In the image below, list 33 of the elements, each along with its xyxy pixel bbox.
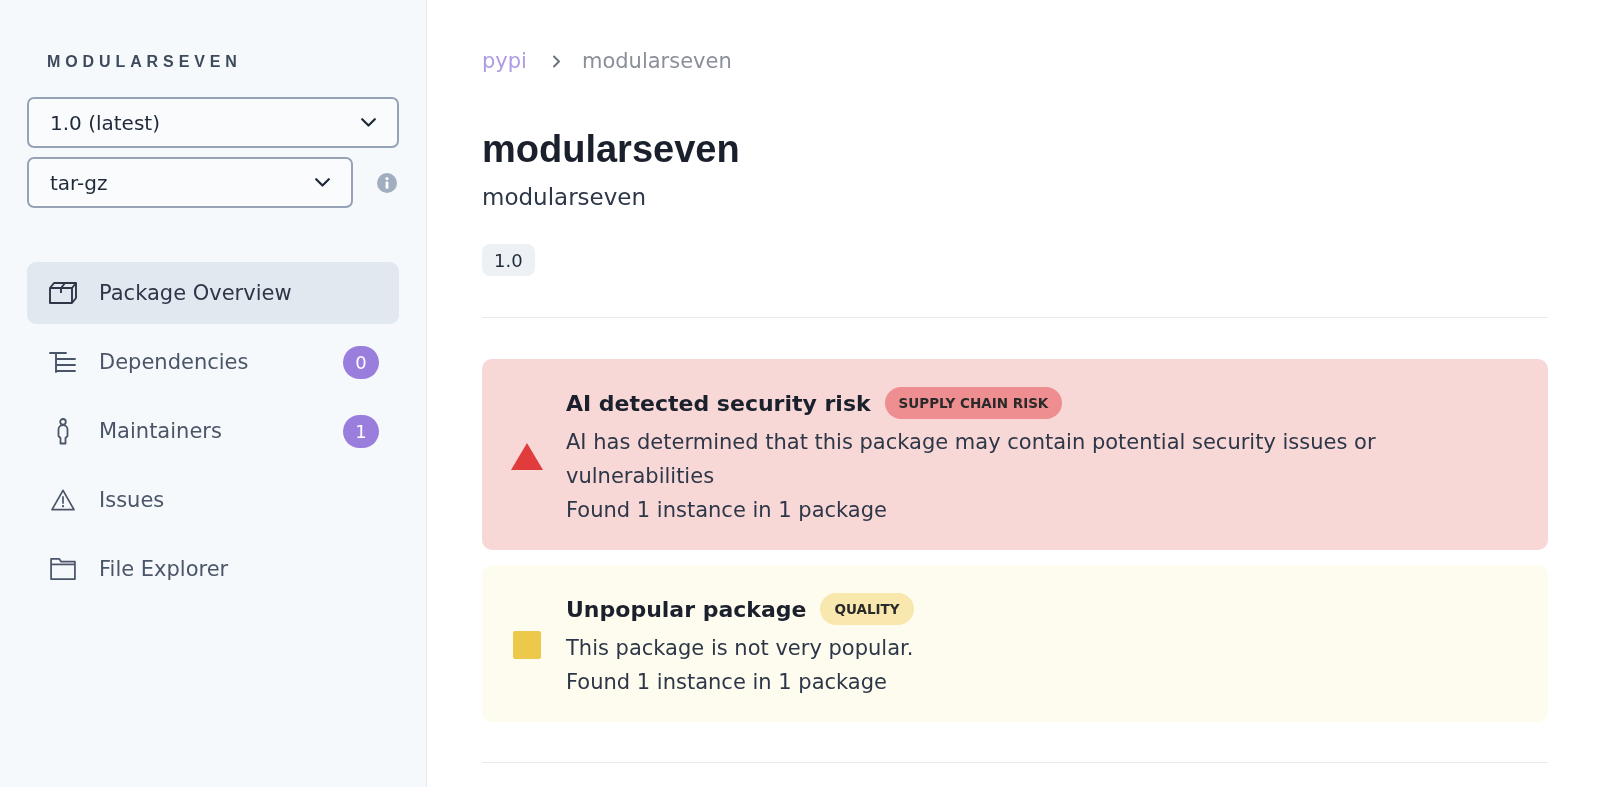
- alert-found-count: Found 1 instance in 1 package: [566, 497, 888, 524]
- breadcrumb-current: modularseven: [581, 49, 732, 73]
- chevron-down-icon: [315, 178, 330, 187]
- person-icon: [56, 417, 70, 445]
- nav-item[interactable]: Dependencies 0: [27, 331, 399, 393]
- package-subtitle: modularseven: [482, 183, 647, 212]
- alert-title: AI detected security risk: [566, 390, 871, 416]
- category-tag: QUALITY: [820, 593, 914, 625]
- package-title: modularseven: [482, 127, 740, 172]
- warning-icon: [49, 489, 77, 511]
- count-badge: 1: [343, 414, 379, 448]
- tree-list-icon: [49, 351, 77, 373]
- chevron-down-icon: [361, 118, 376, 127]
- alert-found-count: Found 1 instance in 1 package: [566, 669, 888, 696]
- alert-title: Unpopular package: [566, 596, 807, 622]
- info-icon[interactable]: [377, 172, 397, 193]
- category-tag: SUPPLY CHAIN RISK: [884, 387, 1063, 419]
- version-tag: 1.0: [482, 244, 535, 276]
- nav-item[interactable]: Package Overview: [27, 262, 399, 324]
- alert-description: AI has determined that this package may contain potential security issues or vulnerabilities: [566, 429, 1377, 490]
- nav-item[interactable]: Maintainers 1: [27, 400, 399, 462]
- count-badge: 0: [343, 345, 379, 379]
- chevron-right-icon: [551, 54, 561, 68]
- folder-icon: [49, 558, 77, 580]
- format-select[interactable]: tar-gz: [27, 157, 353, 208]
- package-name: MODULARSEVEN: [46, 52, 243, 72]
- square-icon: [513, 631, 541, 659]
- nav-item[interactable]: File Explorer: [27, 538, 399, 600]
- version-select[interactable]: 1.0 (latest): [27, 97, 399, 148]
- nav-item[interactable]: Issues: [27, 469, 399, 531]
- warning-triangle-icon: [511, 442, 543, 470]
- alert-description: This package is not very popular.: [566, 635, 915, 662]
- box-icon: [49, 282, 77, 304]
